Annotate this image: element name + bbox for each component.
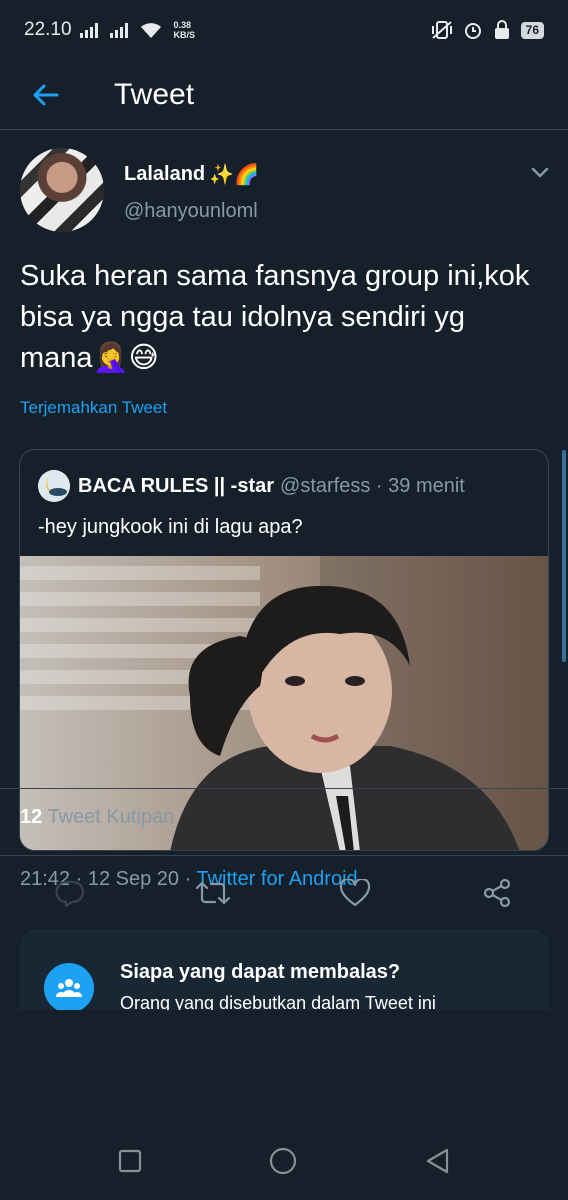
battery-indicator: 76 (520, 21, 544, 39)
moon-icon (38, 470, 70, 502)
clock: 22.10 (24, 19, 72, 40)
reply-icon (55, 880, 85, 907)
translate-tweet-link[interactable]: Terjemahkan Tweet (20, 398, 167, 418)
signal-icon (79, 23, 98, 38)
author-handle[interactable]: @hanyounloml (124, 200, 258, 223)
quoted-author-handle: @starfess (280, 474, 371, 497)
name-emoji: ✨🌈 (209, 164, 259, 186)
meta-separator: · (370, 474, 389, 497)
share-button[interactable] (477, 870, 517, 916)
home-icon[interactable] (268, 1146, 298, 1176)
back-arrow-icon (33, 84, 59, 105)
top-app-bar: Tweet (0, 60, 568, 130)
lock-icon (494, 20, 509, 39)
quoted-tweet-text: -hey jungkook ini di lagu apa? (38, 516, 303, 538)
quote-count: 12 (20, 806, 43, 828)
who-can-reply-title: Siapa yang dapat membalas? (120, 961, 401, 983)
status-right: 76 (431, 20, 544, 40)
author-avatar[interactable] (20, 148, 104, 232)
scrollbar[interactable] (562, 450, 566, 662)
quoted-time: 39 menit (388, 474, 465, 497)
chevron-down-icon[interactable] (528, 160, 552, 184)
tweet-actions (0, 870, 568, 920)
status-bar: 22.10 0.38 KB/S 76 (0, 0, 568, 60)
reply-button[interactable] (50, 870, 90, 916)
network-speed: 0.38 KB/S (173, 20, 196, 40)
like-button[interactable] (335, 870, 375, 916)
back-nav-icon[interactable] (423, 1146, 453, 1176)
quoted-author-name: BACA RULES || -star (78, 474, 275, 497)
vibrate-icon (431, 21, 452, 39)
status-left: 22.10 0.38 KB/S (24, 19, 195, 41)
wifi-icon (140, 23, 161, 38)
retweet-icon (195, 881, 231, 905)
divider (0, 855, 568, 856)
quoted-tweet[interactable]: BACA RULES || -star @starfess · 39 menit… (19, 449, 549, 851)
author-name[interactable]: Lalaland ✨🌈 (124, 162, 259, 187)
quote-tweets-count[interactable]: 12 Tweet Kutipan (20, 806, 174, 829)
quoted-avatar (38, 470, 70, 502)
heart-icon (339, 879, 371, 907)
back-button[interactable] (0, 60, 90, 130)
recents-icon[interactable] (115, 1146, 145, 1176)
quote-count-label: Tweet Kutipan (47, 806, 175, 828)
share-icon (483, 878, 511, 908)
who-can-reply-card: Siapa yang dapat membalas? Orang yang di… (20, 930, 549, 1010)
quoted-tweet-header: BACA RULES || -star @starfess · 39 menit (38, 470, 465, 502)
page-title: Tweet (114, 77, 195, 111)
retweet-button[interactable] (193, 870, 233, 916)
signal-icon-2 (109, 23, 128, 38)
alarm-icon (464, 23, 481, 39)
divider (0, 788, 568, 789)
system-navigation-bar (0, 1122, 568, 1200)
people-icon (44, 963, 94, 1010)
tweet-text: Suka heran sama fansnya group ini,kok bi… (20, 260, 530, 374)
who-can-reply-subtitle: Orang yang disebutkan dalam Tweet ini (120, 993, 436, 1010)
